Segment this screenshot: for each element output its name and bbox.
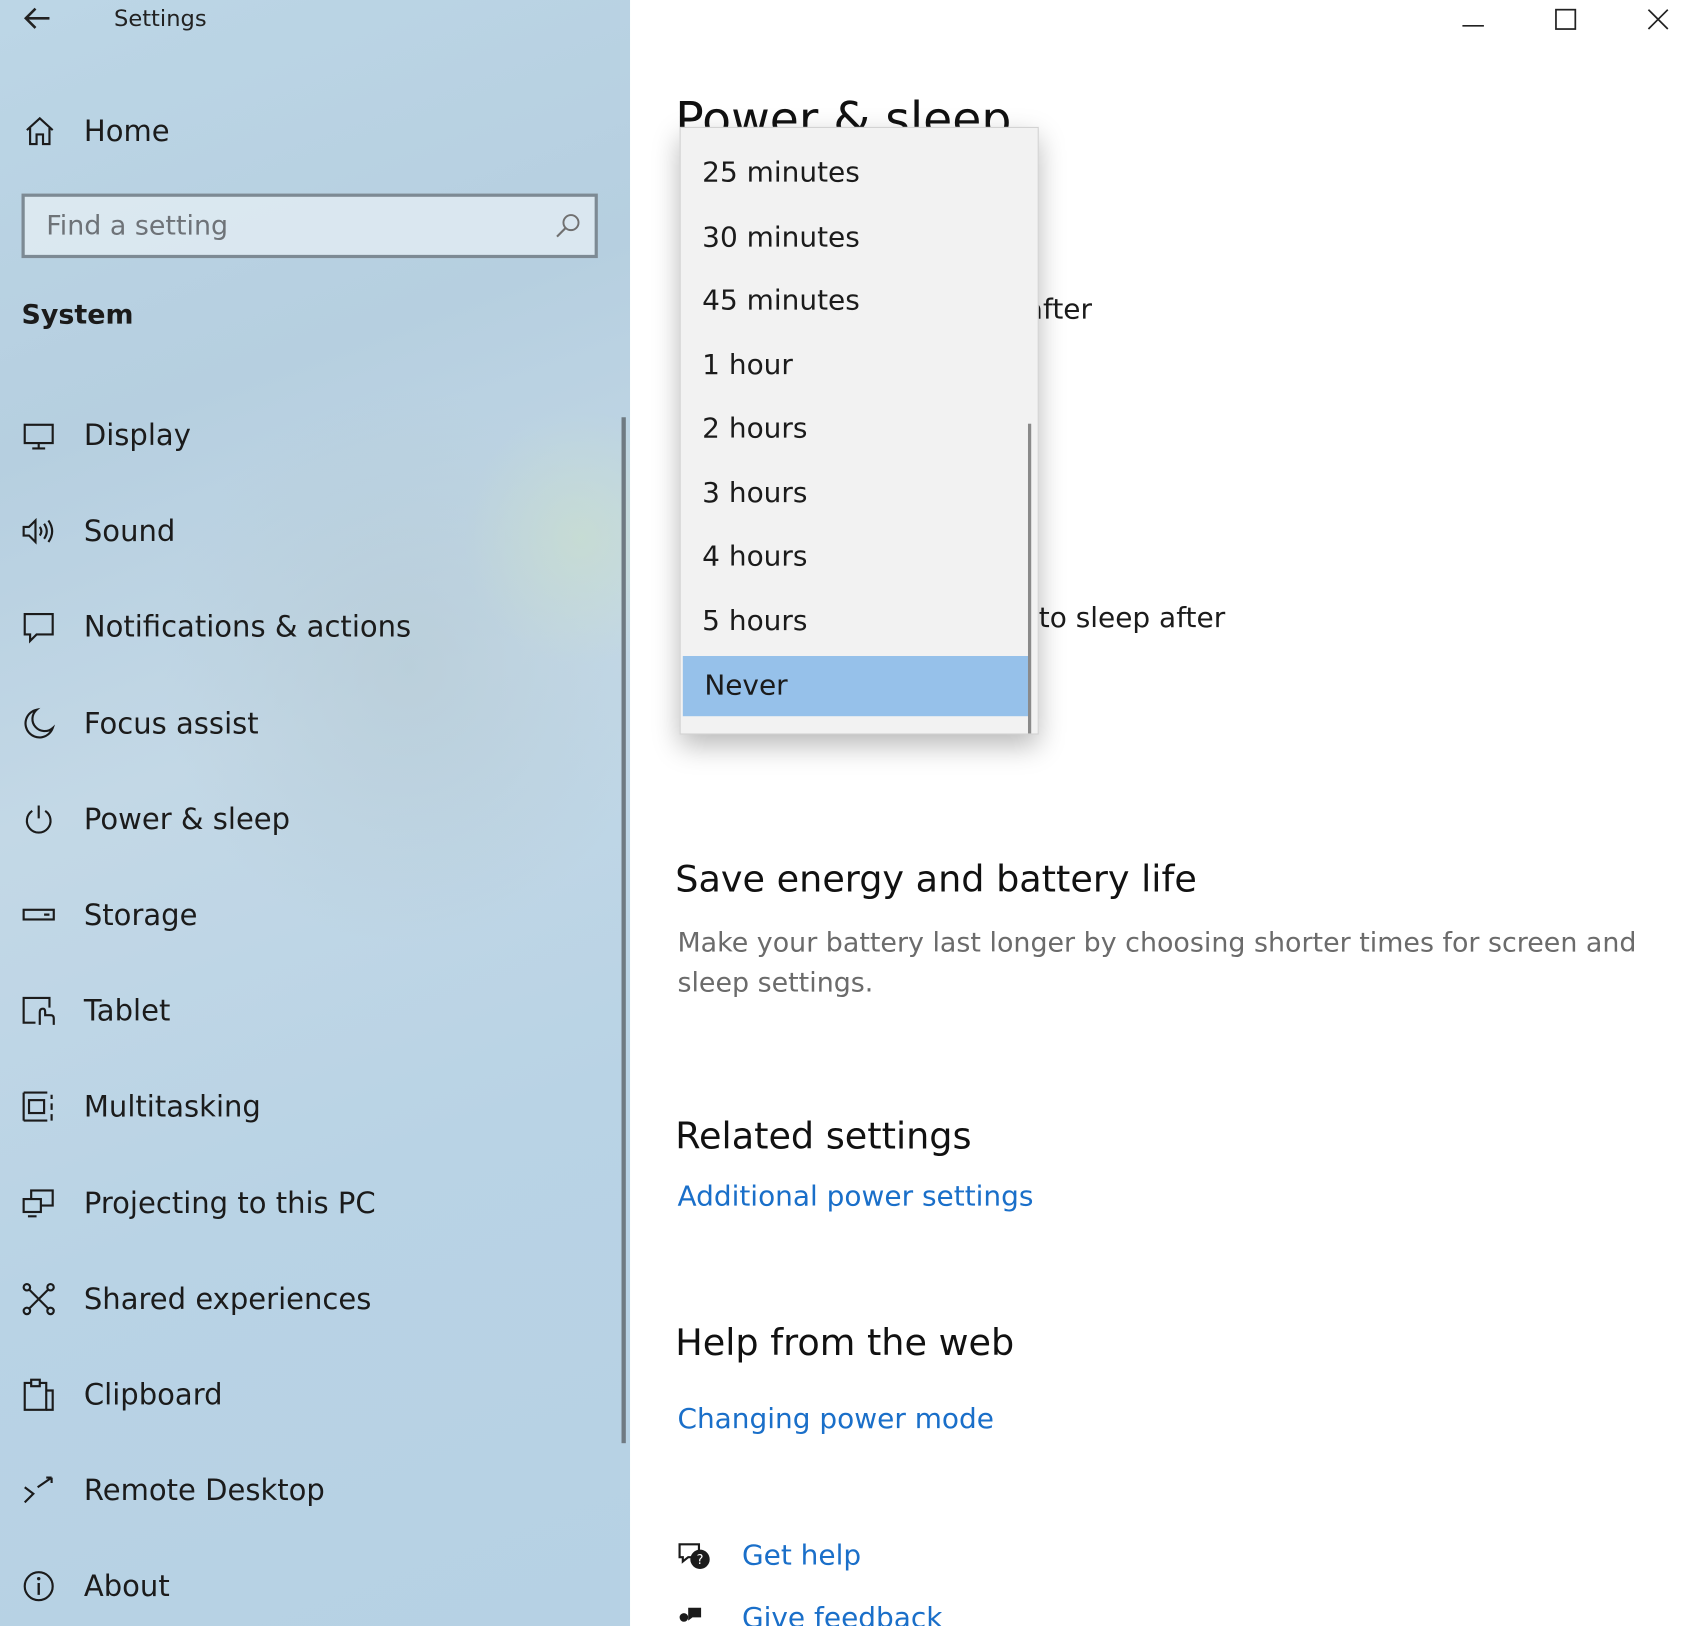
sleep-timeout-label: to sleep after xyxy=(1038,602,1226,635)
option-label: Never xyxy=(704,669,788,703)
display-icon xyxy=(19,416,58,455)
help-from-web-heading: Help from the web xyxy=(675,1321,1015,1365)
additional-power-settings-link[interactable]: Additional power settings xyxy=(677,1181,1033,1213)
sidebar-item-about[interactable]: About xyxy=(19,1559,170,1613)
notification-icon xyxy=(19,608,58,647)
app-title: Settings xyxy=(113,5,207,32)
home-nav-item[interactable]: Home xyxy=(22,108,603,155)
get-help-link[interactable]: Get help xyxy=(742,1540,861,1572)
sidebar-item-label: Shared experiences xyxy=(83,1282,372,1316)
sidebar-item-remote-desktop[interactable]: Remote Desktop xyxy=(19,1464,325,1518)
speaker-icon xyxy=(19,512,58,551)
sidebar-item-storage[interactable]: Storage xyxy=(19,888,197,942)
minimize-button[interactable] xyxy=(1441,0,1506,39)
moon-icon xyxy=(19,704,58,743)
related-settings-heading: Related settings xyxy=(675,1115,972,1159)
option-label: 3 hours xyxy=(702,477,808,510)
dropdown-scrollbar[interactable] xyxy=(1027,423,1032,734)
minimize-icon xyxy=(1462,24,1484,27)
option-label: 30 minutes xyxy=(702,221,860,254)
sidebar-item-notifications[interactable]: Notifications & actions xyxy=(19,600,411,654)
sidebar-item-label: Notifications & actions xyxy=(83,610,412,644)
multitasking-icon xyxy=(19,1087,58,1126)
svg-text:?: ? xyxy=(697,1553,704,1568)
option-label: 25 minutes xyxy=(702,157,860,190)
dropdown-option-5-hours[interactable]: 5 hours xyxy=(681,591,1029,651)
close-icon xyxy=(1647,9,1669,30)
back-button[interactable] xyxy=(19,2,56,34)
sidebar-item-label: Focus assist xyxy=(83,707,259,741)
timeout-dropdown-list[interactable]: 25 minutes 30 minutes 45 minutes 1 hour … xyxy=(679,126,1039,735)
sidebar-item-label: Tablet xyxy=(83,994,171,1028)
option-label: 1 hour xyxy=(702,349,793,382)
tablet-icon xyxy=(19,992,58,1031)
sidebar-item-focus-assist[interactable]: Focus assist xyxy=(19,697,259,751)
maximize-icon xyxy=(1555,8,1577,30)
sidebar-item-label: Multitasking xyxy=(83,1089,261,1124)
sidebar-item-label: About xyxy=(83,1569,170,1603)
give-feedback-icon xyxy=(679,1607,702,1622)
projecting-icon xyxy=(19,1184,58,1223)
dropdown-option-3-hours[interactable]: 3 hours xyxy=(681,463,1029,523)
sidebar-item-label: Storage xyxy=(83,898,198,932)
option-label: 4 hours xyxy=(702,540,808,574)
dropdown-option-4-hours[interactable]: 4 hours xyxy=(681,527,1029,587)
sidebar-item-label: Sound xyxy=(83,514,176,548)
dropdown-option-30-minutes[interactable]: 30 minutes xyxy=(681,208,1029,268)
dropdown-option-2-hours[interactable]: 2 hours xyxy=(681,399,1029,459)
settings-window: Settings Home Find a setting System Disp… xyxy=(0,0,1686,1626)
sidebar-item-projecting[interactable]: Projecting to this PC xyxy=(19,1176,376,1230)
dropdown-option-45-minutes[interactable]: 45 minutes xyxy=(681,271,1029,331)
close-button[interactable] xyxy=(1626,0,1686,39)
search-placeholder: Find a setting xyxy=(46,209,229,241)
shared-icon xyxy=(19,1280,58,1319)
option-label: 45 minutes xyxy=(702,284,860,318)
search-input[interactable]: Find a setting xyxy=(21,193,598,259)
save-energy-heading: Save energy and battery life xyxy=(675,858,1197,902)
option-label: 5 hours xyxy=(702,605,808,638)
dropdown-option-1-hour[interactable]: 1 hour xyxy=(681,336,1029,396)
sidebar-item-shared-experiences[interactable]: Shared experiences xyxy=(19,1272,371,1326)
sidebar-item-power-sleep[interactable]: Power & sleep xyxy=(19,793,290,847)
sidebar-item-clipboard[interactable]: Clipboard xyxy=(19,1368,223,1422)
navigation-pane: Settings Home Find a setting System Disp… xyxy=(0,0,631,1626)
storage-icon xyxy=(19,896,58,935)
changing-power-mode-link[interactable]: Changing power mode xyxy=(677,1403,994,1435)
sidebar-scrollbar[interactable] xyxy=(621,417,626,1444)
sidebar-item-label: Clipboard xyxy=(83,1378,223,1412)
sidebar-item-label: Projecting to this PC xyxy=(83,1186,376,1221)
sidebar-item-tablet[interactable]: Tablet xyxy=(19,984,170,1038)
remote-desktop-icon xyxy=(19,1471,58,1510)
back-arrow-icon xyxy=(23,7,50,29)
power-icon xyxy=(19,800,58,839)
sidebar-item-label: Power & sleep xyxy=(83,802,291,837)
sidebar-item-multitasking[interactable]: Multitasking xyxy=(19,1080,261,1134)
maximize-button[interactable] xyxy=(1533,0,1598,39)
dropdown-option-never-selected[interactable]: Never xyxy=(682,655,1030,717)
section-title: System xyxy=(21,298,134,331)
clipboard-icon xyxy=(19,1375,58,1414)
sidebar-item-sound[interactable]: Sound xyxy=(19,504,175,558)
info-icon xyxy=(19,1567,58,1606)
dropdown-option-25-minutes[interactable]: 25 minutes xyxy=(681,143,1029,203)
get-help-icon: ? xyxy=(678,1543,710,1570)
sidebar-item-display[interactable]: Display xyxy=(19,409,191,463)
home-icon xyxy=(26,116,54,146)
sidebar-item-label: Display xyxy=(83,418,191,453)
give-feedback-link[interactable]: Give feedback xyxy=(742,1602,943,1626)
save-energy-description: Make your battery last longer by choosin… xyxy=(677,926,1637,998)
home-label: Home xyxy=(83,114,170,148)
option-label: 2 hours xyxy=(702,412,808,446)
search-icon xyxy=(556,214,580,238)
sidebar-item-label: Remote Desktop xyxy=(83,1473,325,1508)
